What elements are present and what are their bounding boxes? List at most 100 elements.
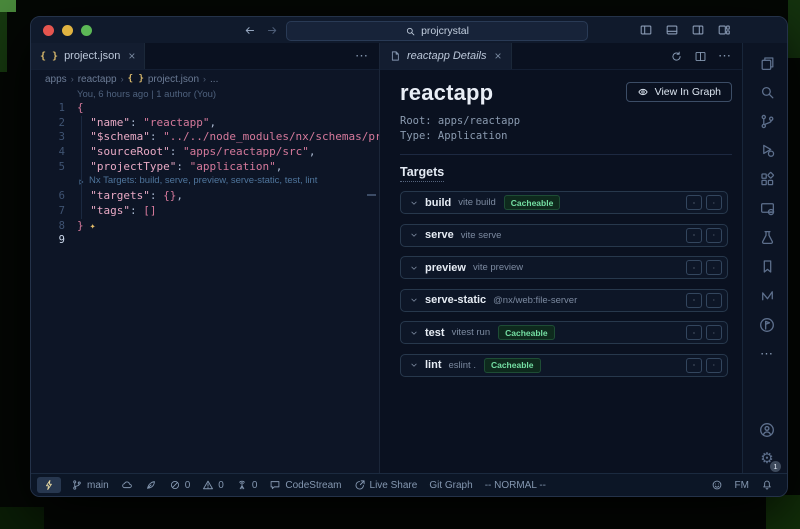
view-target-config-button[interactable]: [686, 260, 702, 275]
view-target-config-button[interactable]: [686, 293, 702, 308]
bookmarks-icon[interactable]: [743, 252, 788, 281]
chevron-down-icon[interactable]: [409, 328, 419, 338]
status-git-graph[interactable]: Git Graph: [423, 480, 478, 491]
chevron-down-icon[interactable]: [409, 230, 419, 240]
split-editor-icon[interactable]: [694, 50, 707, 63]
target-command: @nx/web:file-server: [493, 295, 577, 306]
status-0[interactable]: 0: [196, 479, 230, 491]
code-token: "tags": [90, 204, 130, 217]
breadcrumb-item[interactable]: ...: [210, 74, 218, 85]
view-target-config-button[interactable]: [686, 195, 702, 210]
status-cloud[interactable]: [115, 479, 139, 491]
breadcrumb-item[interactable]: apps: [45, 74, 67, 85]
status-label: -- NORMAL --: [485, 480, 546, 491]
line-number: 6: [31, 189, 77, 204]
close-tab-icon[interactable]: ×: [128, 49, 135, 63]
status-bolt[interactable]: [37, 477, 61, 493]
source-control-icon[interactable]: [743, 107, 788, 136]
status-codestream[interactable]: CodeStream: [263, 479, 347, 491]
status-bird[interactable]: [139, 479, 163, 491]
run-target-button[interactable]: [706, 358, 722, 373]
status-bell[interactable]: [755, 479, 779, 491]
line-number: 1: [31, 101, 77, 116]
target-command: vite serve: [461, 230, 502, 241]
toggle-sidebar-icon[interactable]: [639, 23, 653, 37]
project-flag-icon[interactable]: [743, 310, 788, 339]
code-line: 6 "targets": {},: [31, 189, 379, 204]
search-view-icon[interactable]: [743, 78, 788, 107]
tab-reactapp-details[interactable]: reactapp Details ×: [380, 43, 512, 69]
status-label: CodeStream: [285, 480, 341, 491]
indent-guide: [81, 116, 82, 219]
status-0[interactable]: 0: [163, 479, 197, 491]
run-target-button[interactable]: [706, 195, 722, 210]
more-actions-icon[interactable]: ⋯: [355, 48, 369, 64]
target-row-serve-static[interactable]: serve-static@nx/web:file-server: [400, 289, 728, 312]
maximize-window-button[interactable]: [81, 25, 92, 36]
chevron-down-icon[interactable]: [409, 295, 419, 305]
code-token: "reactapp": [143, 116, 209, 129]
additional-views-icon[interactable]: ⋯: [743, 339, 788, 368]
code-token: ,: [309, 145, 316, 158]
close-tab-icon[interactable]: ×: [495, 49, 502, 63]
run-target-button[interactable]: [706, 260, 722, 275]
run-target-button[interactable]: [706, 228, 722, 243]
chevron-down-icon[interactable]: [409, 263, 419, 273]
run-target-button[interactable]: [706, 325, 722, 340]
command-center-search[interactable]: projcrystal: [286, 21, 588, 41]
breadcrumb-item[interactable]: project.json: [148, 74, 199, 85]
overview-ruler-marker: [367, 194, 376, 196]
tab-project-json[interactable]: { } project.json ×: [31, 43, 145, 69]
accounts-icon[interactable]: [743, 415, 788, 444]
navigate-forward-icon[interactable]: [266, 24, 279, 37]
run-target-button[interactable]: [706, 293, 722, 308]
navigate-back-icon[interactable]: [243, 24, 256, 37]
close-window-button[interactable]: [43, 25, 54, 36]
minimize-window-button[interactable]: [62, 25, 73, 36]
remote-explorer-icon[interactable]: [743, 194, 788, 223]
code-token: :: [150, 189, 163, 202]
code-token: {}: [163, 189, 176, 202]
status-main[interactable]: main: [65, 479, 115, 491]
code-token: :: [170, 145, 183, 158]
settings-gear-icon[interactable]: ⚙ 1: [743, 444, 788, 473]
project-details-panel: reactapp View In Graph Root: apps/reacta…: [380, 70, 742, 473]
testing-beaker-icon[interactable]: [743, 223, 788, 252]
target-row-serve[interactable]: servevite serve: [400, 224, 728, 247]
error-icon: [169, 479, 181, 491]
line-number: 2: [31, 116, 77, 131]
nx-console-icon[interactable]: [743, 281, 788, 310]
window-controls: [43, 25, 92, 36]
explorer-icon[interactable]: [743, 49, 788, 78]
status-smiley[interactable]: [705, 479, 729, 491]
target-name: lint: [425, 359, 442, 371]
code-token: :: [130, 116, 143, 129]
target-row-lint[interactable]: linteslint .Cacheable: [400, 354, 728, 377]
view-target-config-button[interactable]: [686, 358, 702, 373]
status-normal[interactable]: -- NORMAL --: [479, 480, 552, 491]
target-row-build[interactable]: buildvite buildCacheable: [400, 191, 728, 214]
extensions-icon[interactable]: [743, 165, 788, 194]
chevron-down-icon[interactable]: [409, 198, 419, 208]
code-editor[interactable]: You, 6 hours ago | 1 author (You) 1{2 "n…: [31, 88, 379, 473]
view-target-config-button[interactable]: [686, 228, 702, 243]
target-row-test[interactable]: testvitest runCacheable: [400, 321, 728, 344]
nx-targets-codelens[interactable]: Nx Targets: build, serve, preview, serve…: [89, 174, 317, 189]
chevron-down-icon[interactable]: [409, 360, 419, 370]
toggle-panel-icon[interactable]: [665, 23, 679, 37]
status-fm[interactable]: FM: [729, 480, 755, 491]
run-and-debug-icon[interactable]: [743, 136, 788, 165]
refresh-icon[interactable]: [670, 50, 683, 63]
view-in-graph-button[interactable]: View In Graph: [626, 82, 732, 102]
sparkle-icon: ✦: [84, 221, 96, 232]
toggle-secondary-sidebar-icon[interactable]: [691, 23, 705, 37]
status-live-share[interactable]: Live Share: [348, 479, 424, 491]
eye-icon: [693, 328, 695, 338]
status-0[interactable]: 0: [230, 479, 264, 491]
breadcrumb-item[interactable]: reactapp: [78, 74, 117, 85]
project-root: Root: apps/reactapp: [400, 114, 732, 129]
customize-layout-icon[interactable]: [717, 23, 731, 37]
view-target-config-button[interactable]: [686, 325, 702, 340]
target-row-preview[interactable]: previewvite preview: [400, 256, 728, 279]
more-actions-icon[interactable]: ⋯: [718, 48, 732, 64]
